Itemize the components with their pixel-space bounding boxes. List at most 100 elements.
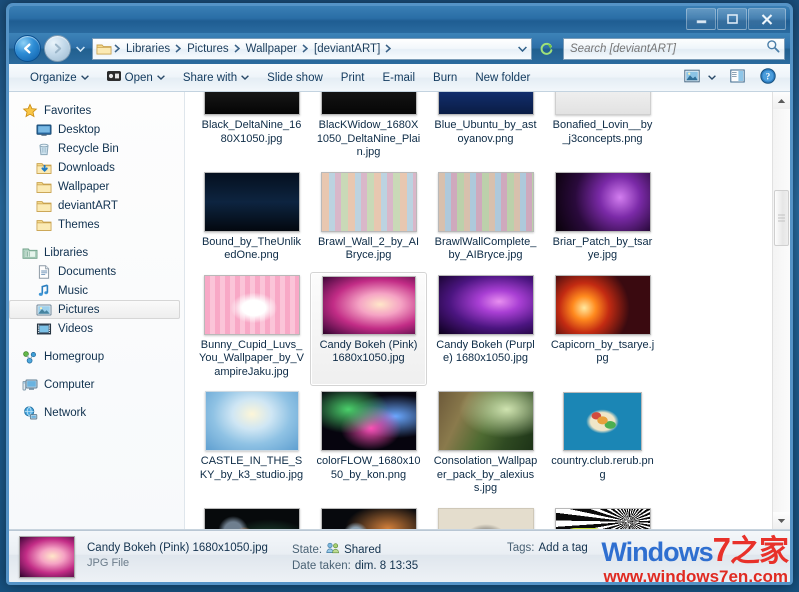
datetaken-value[interactable]: dim. 8 13:35 <box>355 560 418 572</box>
file-item[interactable]: BlacKWidow_1680X1050_DeltaNine_Plain.jpg <box>310 92 427 167</box>
file-item[interactable]: Daedevous_by_tsarye.jpg <box>193 505 310 529</box>
maximize-button[interactable] <box>717 8 747 30</box>
search-icon[interactable] <box>766 39 780 58</box>
forward-button[interactable] <box>44 35 71 62</box>
file-item[interactable]: country.club.rerub.png <box>544 388 661 503</box>
search-input[interactable] <box>568 41 766 56</box>
search-box[interactable] <box>563 37 785 60</box>
file-item[interactable]: Bonafied_Lovin__by_j3concepts.png <box>544 92 661 167</box>
file-item[interactable]: BrawlWallComplete_by_AIBryce.jpg <box>427 169 544 270</box>
file-item[interactable]: demo_monkey_machine_concepts_by_j3concep… <box>427 505 544 529</box>
sidebar-item-deviantart[interactable]: deviantART <box>9 196 184 215</box>
file-item[interactable]: Consolation_Wallpaper_pack_by_alexiuss.j… <box>427 388 544 503</box>
breadcrumb-item-deviantart[interactable]: [deviantART] <box>310 41 384 57</box>
burn-button[interactable]: Burn <box>424 66 466 90</box>
change-view-button[interactable] <box>679 66 721 90</box>
file-item[interactable]: CASTLE_IN_THE_SKY_by_k3_studio.jpg <box>193 388 310 503</box>
preview-pane-button[interactable] <box>723 66 752 90</box>
file-item[interactable]: Blue_Ubuntu_by_astoyanov.png <box>427 92 544 167</box>
file-name: CASTLE_IN_THE_SKY_by_k3_studio.jpg <box>199 455 304 481</box>
thumbnail-wrap <box>554 507 651 529</box>
help-icon: ? <box>760 68 776 87</box>
file-thumbnail <box>203 171 300 232</box>
sidebar-item-pictures[interactable]: Pictures <box>9 300 180 319</box>
recyclebin-icon <box>36 141 52 157</box>
details-col-state: State: Shared Date taken: dim. 8 13:35 <box>292 542 507 572</box>
scroll-down-button[interactable] <box>773 512 790 529</box>
file-thumbnail <box>554 171 651 232</box>
file-list-pane[interactable]: Black_DeltaNine_1680X1050.jpg BlacKWidow… <box>185 92 790 529</box>
homegroup-icon <box>22 349 38 365</box>
file-item[interactable]: Decampment_by_taenaron.jpg <box>310 505 427 529</box>
breadcrumb-item-pictures[interactable]: Pictures <box>183 41 233 57</box>
file-item[interactable]: Black_DeltaNine_1680X1050.jpg <box>193 92 310 167</box>
file-name: BlacKWidow_1680X1050_DeltaNine_Plain.jpg <box>316 119 421 158</box>
chevron-down-icon[interactable] <box>515 45 529 52</box>
organize-button[interactable]: Organize <box>21 66 98 90</box>
sidebar-label: Downloads <box>58 161 115 174</box>
explorer-body: Favorites Desktop Recycle Bin Downloads … <box>9 92 790 530</box>
sidebar-item-libraries[interactable]: Libraries <box>9 243 184 262</box>
file-item[interactable]: Bunny_Cupid_Luvs_You_Wallpaper_by_Vampir… <box>193 272 310 387</box>
share-with-button[interactable]: Share with <box>174 66 258 90</box>
sidebar-item-computer[interactable]: Computer <box>9 375 184 394</box>
thumbnail-wrap <box>563 392 642 451</box>
file-item[interactable]: Bound_by_TheUnlikedOne.png <box>193 169 310 270</box>
datetaken-label: Date taken: <box>292 560 351 572</box>
file-item[interactable]: DeviantART_Wallpaper_by_crazychaos2.jpg <box>544 505 661 529</box>
sidebar-item-homegroup[interactable]: Homegroup <box>9 347 184 366</box>
sidebar-item-documents[interactable]: Documents <box>9 262 184 281</box>
open-button[interactable]: Open <box>98 66 174 90</box>
back-button[interactable] <box>14 35 41 62</box>
thumbnail-wrap <box>320 171 417 232</box>
state-value[interactable]: Shared <box>344 544 381 556</box>
file-thumbnail <box>320 92 417 115</box>
sidebar-item-network[interactable]: Network <box>9 403 184 422</box>
close-button[interactable] <box>748 8 786 30</box>
refresh-icon[interactable] <box>535 38 557 60</box>
sidebar-item-recycle-bin[interactable]: Recycle Bin <box>9 139 184 158</box>
sidebar-item-themes[interactable]: Themes <box>9 215 184 234</box>
help-button[interactable]: ? <box>754 66 782 90</box>
new-folder-button[interactable]: New folder <box>466 66 539 90</box>
file-item[interactable]: Briar_Patch_by_tsarye.jpg <box>544 169 661 270</box>
sidebar-item-videos[interactable]: Videos <box>9 319 184 338</box>
nav-group-favorites: Favorites Desktop Recycle Bin Downloads … <box>9 101 184 234</box>
slide-show-button[interactable]: Slide show <box>258 66 332 90</box>
thumbnail-wrap <box>320 92 417 115</box>
sidebar-item-wallpaper[interactable]: Wallpaper <box>9 177 184 196</box>
file-item[interactable]: Brawl_Wall_2_by_AIBryce.jpg <box>310 169 427 270</box>
sidebar-item-favorites[interactable]: Favorites <box>9 101 184 120</box>
file-thumbnail <box>203 507 300 529</box>
file-name: BrawlWallComplete_by_AIBryce.jpg <box>434 235 537 262</box>
sidebar-item-downloads[interactable]: Downloads <box>9 158 184 177</box>
file-item[interactable]: colorFLOW_1680x1050_by_kon.png <box>310 388 427 503</box>
breadcrumb-separator <box>301 41 310 57</box>
breadcrumb-separator <box>174 41 183 57</box>
tags-value[interactable]: Add a tag <box>539 542 588 554</box>
details-thumbnail <box>19 536 75 578</box>
breadcrumb-item-libraries[interactable]: Libraries <box>122 41 174 57</box>
breadcrumb[interactable]: Libraries Pictures Wallpaper [deviantART… <box>92 37 532 60</box>
sidebar-item-music[interactable]: Music <box>9 281 184 300</box>
file-item[interactable]: Candy Bokeh (Purple) 1680x1050.jpg <box>427 272 544 387</box>
file-name: Bonafied_Lovin__by_j3concepts.png <box>552 119 653 145</box>
window-controls <box>686 8 786 30</box>
command-toolbar: Organize Open Share with Slide show Prin… <box>9 64 790 92</box>
email-button[interactable]: E-mail <box>373 66 424 90</box>
file-thumbnail <box>554 274 651 335</box>
print-button[interactable]: Print <box>332 66 374 90</box>
navigation-pane[interactable]: Favorites Desktop Recycle Bin Downloads … <box>9 92 185 529</box>
file-item-selected[interactable]: Candy Bokeh (Pink) 1680x1050.jpg <box>310 271 427 386</box>
vertical-scrollbar[interactable] <box>772 92 790 529</box>
file-name: Brawl_Wall_2_by_AIBryce.jpg <box>317 235 420 262</box>
recent-pages-button[interactable] <box>74 36 87 61</box>
scrollbar-thumb[interactable] <box>774 190 789 246</box>
breadcrumb-item-wallpaper[interactable]: Wallpaper <box>242 41 301 57</box>
sidebar-item-desktop[interactable]: Desktop <box>9 120 184 139</box>
thumbnail-wrap <box>554 92 651 115</box>
scroll-up-button[interactable] <box>773 92 790 109</box>
star-icon <box>22 102 38 119</box>
file-item[interactable]: Capicorn_by_tsarye.jpg <box>544 272 661 387</box>
minimize-button[interactable] <box>686 8 716 30</box>
